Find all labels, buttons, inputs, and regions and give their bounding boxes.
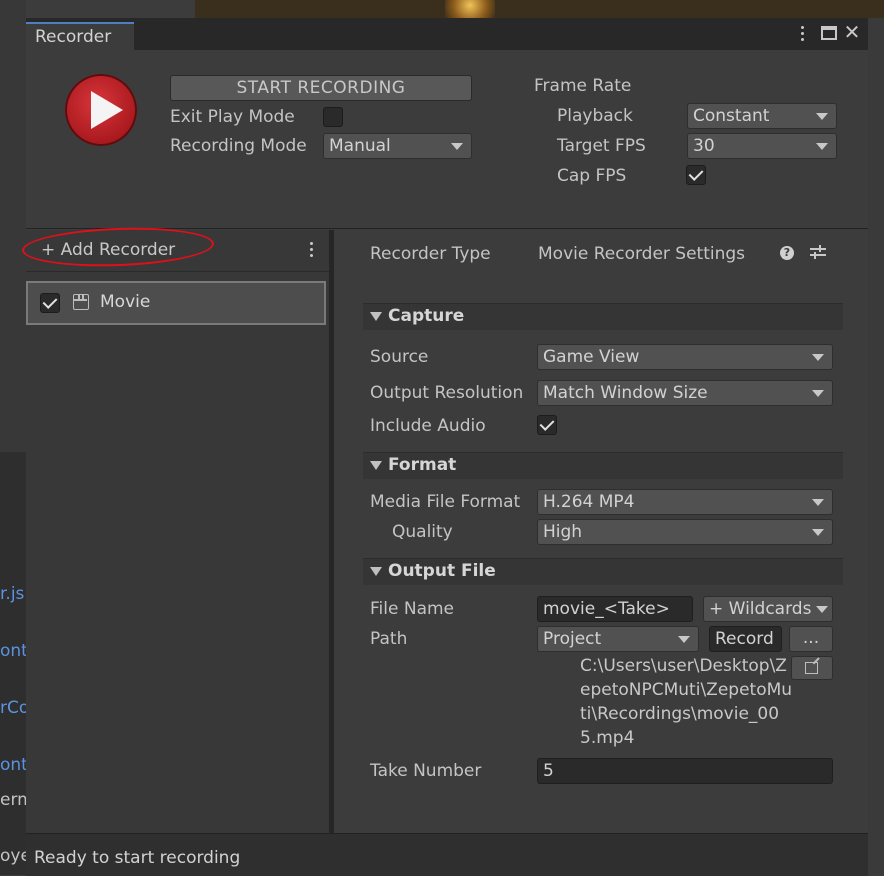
background-editor-strip-right [868, 18, 884, 875]
recorder-list-menu-icon[interactable] [310, 241, 314, 259]
include-audio-label: Include Audio [370, 416, 486, 436]
chevron-down-icon [812, 529, 824, 536]
chevron-down-icon [812, 354, 824, 361]
output-path-text: C:\Users\user\Desktop\ZepetoNPCMuti\Zepe… [580, 656, 793, 748]
frame-rate-label: Frame Rate [534, 76, 632, 96]
scene-view-background [195, 0, 884, 18]
wildcards-dropdown[interactable]: + Wildcards [703, 596, 833, 622]
status-bar: Ready to start recording [26, 833, 868, 876]
add-recorder-button[interactable]: + Add Recorder [41, 240, 175, 260]
foldout-arrow-icon [370, 312, 382, 321]
playback-dropdown[interactable]: Constant [687, 103, 837, 129]
play-icon [91, 91, 123, 129]
playback-value: Constant [693, 106, 770, 126]
target-fps-dropdown[interactable]: 30 [687, 133, 837, 159]
background-row: oye [0, 846, 26, 866]
media-file-format-value: H.264 MP4 [543, 492, 635, 512]
torch-light [445, 0, 495, 18]
recording-mode-value: Manual [329, 136, 391, 156]
capture-section-title: Capture [388, 306, 465, 326]
background-row[interactable]: ont [0, 641, 26, 661]
start-recording-button[interactable]: START RECORDING [170, 75, 472, 101]
recording-mode-dropdown[interactable]: Manual [323, 133, 472, 159]
movie-clapper-icon [73, 294, 89, 310]
output-resolution-label: Output Resolution [370, 383, 524, 403]
output-file-section-title: Output File [388, 561, 496, 581]
help-icon[interactable]: ? [780, 246, 794, 260]
recorder-type-value: Movie Recorder Settings [538, 244, 746, 264]
foldout-arrow-icon [370, 567, 382, 576]
cap-fps-checkbox[interactable] [686, 165, 706, 185]
maximize-icon[interactable] [821, 26, 837, 40]
output-resolution-value: Match Window Size [543, 383, 708, 403]
checkmark-icon [688, 166, 704, 181]
format-section-title: Format [388, 455, 457, 475]
tab-recorder[interactable]: Recorder [26, 22, 134, 52]
recorder-item-movie[interactable]: Movie [26, 281, 326, 325]
source-dropdown[interactable]: Game View [537, 344, 833, 370]
quality-value: High [543, 522, 583, 542]
file-name-label: File Name [370, 599, 455, 619]
capture-section-header[interactable]: Capture [363, 303, 843, 330]
window-menu-icon[interactable] [798, 24, 808, 42]
file-name-input[interactable]: movie_<Take> [537, 596, 693, 622]
background-row[interactable]: ont [0, 755, 26, 775]
background-row[interactable]: rCo [0, 698, 26, 718]
wildcards-label: + Wildcards [709, 599, 812, 619]
recorder-item-enabled-checkbox[interactable] [40, 293, 60, 313]
checkmark-icon [539, 416, 555, 431]
divider [26, 271, 329, 272]
recorder-list-panel: + Add Recorder Movie [21, 224, 329, 833]
status-text: Ready to start recording [34, 848, 241, 868]
source-label: Source [370, 347, 429, 367]
preset-settings-icon[interactable] [810, 244, 826, 260]
recording-mode-label: Recording Mode [170, 136, 307, 156]
chevron-down-icon [816, 606, 828, 613]
path-folder-input[interactable]: Record [709, 626, 782, 652]
browse-button[interactable]: ... [789, 626, 833, 652]
chevron-down-icon [812, 499, 824, 506]
background-row[interactable]: r.js [0, 584, 26, 604]
chevron-down-icon [678, 636, 690, 643]
include-audio-checkbox[interactable] [537, 415, 557, 435]
exit-play-mode-checkbox[interactable] [323, 107, 343, 127]
chevron-down-icon [816, 143, 828, 150]
quality-dropdown[interactable]: High [537, 519, 833, 545]
window-titlebar: Recorder ✕ [26, 18, 868, 52]
media-file-format-label: Media File Format [370, 492, 521, 512]
open-external-icon [805, 662, 818, 674]
background-project-panel: r.js ont rCo ont erm oye [0, 452, 26, 875]
exit-play-mode-label: Exit Play Mode [170, 107, 295, 127]
playback-label: Playback [557, 106, 633, 126]
recorder-type-label: Recorder Type [370, 244, 491, 264]
take-number-input[interactable]: 5 [537, 758, 833, 784]
chevron-down-icon [451, 143, 463, 150]
take-number-label: Take Number [370, 761, 482, 781]
path-label: Path [370, 629, 408, 649]
source-value: Game View [543, 347, 640, 367]
foldout-arrow-icon [370, 461, 382, 470]
recorder-settings-panel: Recorder Type Movie Recorder Settings ? … [334, 230, 868, 833]
open-folder-button[interactable] [791, 656, 833, 680]
format-section-header[interactable]: Format [363, 452, 843, 479]
quality-label: Quality [392, 522, 453, 542]
chevron-down-icon [812, 390, 824, 397]
output-file-section-header[interactable]: Output File [363, 558, 843, 585]
recorder-item-label: Movie [100, 292, 151, 312]
recorder-header: START RECORDING Exit Play Mode Recording… [26, 50, 868, 229]
recorder-window: Recorder ✕ START RECORDING Exit Play Mod… [21, 18, 868, 876]
checkmark-icon [42, 294, 58, 309]
close-icon[interactable]: ✕ [843, 22, 861, 42]
path-root-dropdown[interactable]: Project [537, 626, 699, 652]
path-root-value: Project [543, 629, 602, 649]
cap-fps-label: Cap FPS [557, 166, 627, 186]
record-play-button[interactable] [65, 74, 137, 146]
chevron-down-icon [816, 113, 828, 120]
output-resolution-dropdown[interactable]: Match Window Size [537, 380, 833, 406]
target-fps-label: Target FPS [557, 136, 646, 156]
target-fps-value: 30 [693, 136, 715, 156]
background-row: erm [0, 790, 26, 810]
media-file-format-dropdown[interactable]: H.264 MP4 [537, 489, 833, 515]
